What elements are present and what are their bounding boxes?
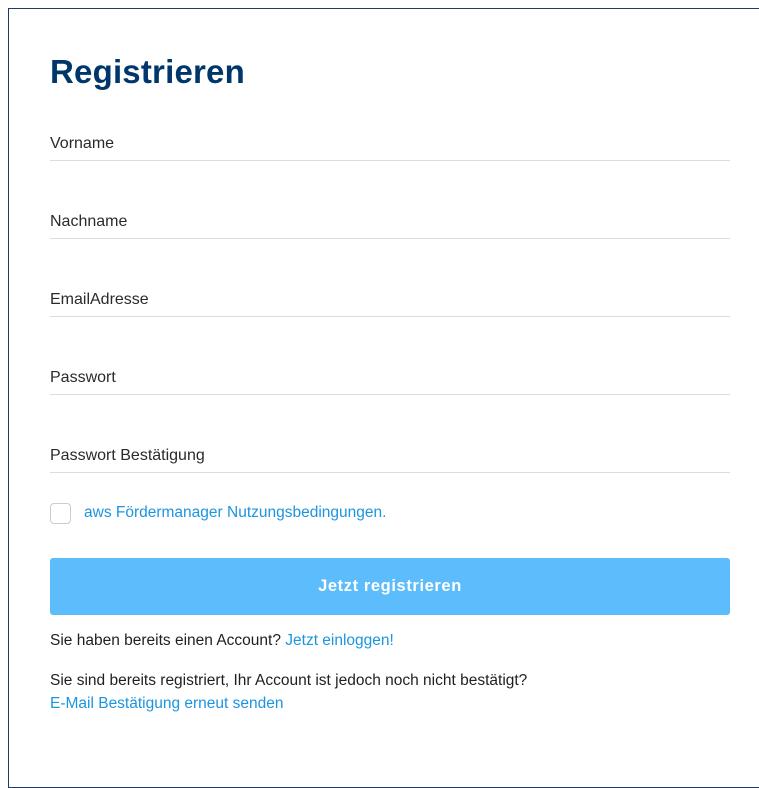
lastname-field-wrapper	[50, 199, 730, 239]
lastname-input[interactable]	[50, 213, 730, 231]
terms-link[interactable]: aws Fördermanager Nutzungsbedingungen.	[84, 504, 386, 522]
email-field-wrapper	[50, 277, 730, 317]
firstname-input[interactable]	[50, 135, 730, 153]
terms-row: aws Fördermanager Nutzungsbedingungen.	[50, 500, 386, 526]
resend-confirmation-row: E-Mail Bestätigung erneut senden	[50, 693, 284, 715]
password-confirm-input[interactable]	[50, 447, 730, 465]
register-button[interactable]: Jetzt registrieren	[50, 558, 730, 615]
password-field-wrapper	[50, 355, 730, 395]
resend-prompt-text: Sie sind bereits registriert, Ihr Accoun…	[50, 672, 528, 689]
login-prompt: Sie haben bereits einen Account? Jetzt e…	[50, 630, 394, 652]
page-title: Registrieren	[50, 53, 245, 90]
terms-checkbox[interactable]	[50, 502, 71, 524]
email-input[interactable]	[50, 291, 730, 309]
resend-confirmation-link[interactable]: E-Mail Bestätigung erneut senden	[50, 695, 284, 712]
password-confirm-field-wrapper	[50, 433, 730, 473]
firstname-field-wrapper	[50, 121, 730, 161]
password-input[interactable]	[50, 369, 730, 387]
login-link[interactable]: Jetzt einloggen!	[285, 632, 394, 649]
login-prompt-text: Sie haben bereits einen Account?	[50, 632, 281, 649]
